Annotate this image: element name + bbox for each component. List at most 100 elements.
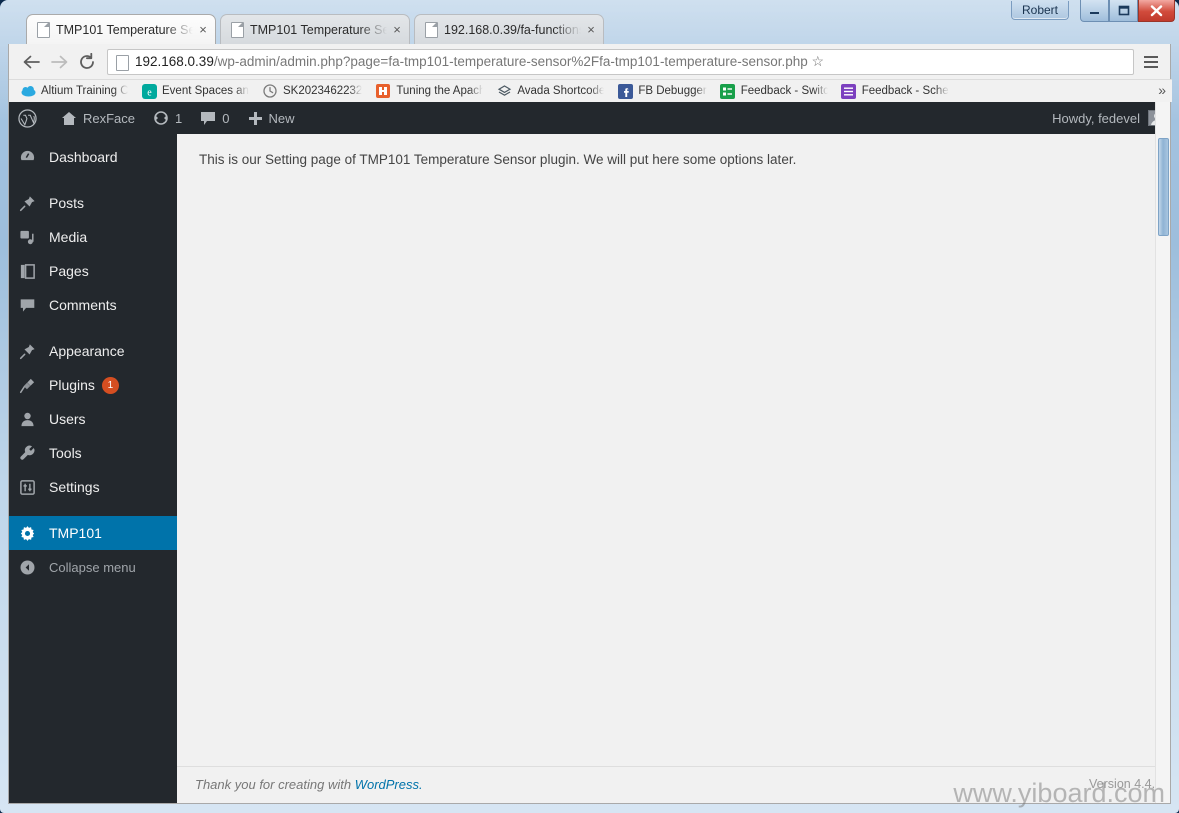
tab-close-icon[interactable]: × (389, 22, 405, 38)
address-bar[interactable]: 192.168.0.39/wp-admin/admin.php?page=fa-… (107, 48, 1134, 75)
bookmarks-overflow-button[interactable]: » (1158, 82, 1166, 98)
sidebar-item-label: Media (49, 229, 88, 245)
bookmark-item[interactable]: Feedback - Switching (715, 81, 833, 101)
howdy-label: Howdy, fedevel (1052, 110, 1140, 126)
apache-icon (375, 83, 391, 99)
back-button[interactable] (17, 48, 45, 76)
url-text: 192.168.0.39/wp-admin/admin.php?page=fa-… (135, 54, 808, 69)
bookmarks-bar: Altium Training Course e Event Spaces an… (9, 79, 1172, 102)
account-menu[interactable]: Howdy, fedevel (1052, 102, 1170, 134)
browser-chrome: 192.168.0.39/wp-admin/admin.php?page=fa-… (8, 44, 1172, 102)
sidebar-item-tools[interactable]: Tools (9, 436, 177, 470)
page-icon (37, 22, 50, 38)
eventbrite-icon: e (141, 83, 157, 99)
tab-title: TMP101 Temperature Sen (56, 22, 193, 37)
page-viewport: RexFace 1 0 New Howdy, fedevel Dashboard… (8, 102, 1171, 804)
wp-logo-button[interactable] (9, 102, 52, 134)
feedback-schematic-icon (841, 83, 857, 99)
wp-footer: Thank you for creating with WordPress. V… (177, 766, 1170, 803)
sidebar-item-tmp101[interactable]: TMP101 (9, 516, 185, 550)
bookmark-label: FB Debugger (638, 85, 707, 97)
brush-icon (19, 343, 41, 360)
comments-count: 0 (222, 110, 230, 126)
sidebar-item-appearance[interactable]: Appearance (9, 334, 177, 368)
home-icon (61, 111, 77, 126)
wrench-icon (19, 445, 41, 462)
page-scrollbar[interactable] (1155, 102, 1170, 803)
collapse-menu-button[interactable]: Collapse menu (9, 550, 177, 584)
os-window: Robert TMP101 Temperature Sen × TMP101 T… (0, 0, 1179, 813)
comments-button[interactable]: 0 (191, 102, 238, 134)
sidebar-item-users[interactable]: Users (9, 402, 177, 436)
bookmark-label: Tuning the Apache Pre (396, 85, 484, 97)
footer-thanks: Thank you for creating with WordPress. (195, 777, 423, 792)
tab-close-icon[interactable]: × (195, 22, 211, 38)
plugins-update-badge: 1 (101, 376, 119, 394)
sidebar-item-label: Plugins (49, 377, 95, 393)
browser-toolbar: 192.168.0.39/wp-admin/admin.php?page=fa-… (9, 44, 1172, 79)
bookmark-label: Event Spaces and Mee (162, 85, 249, 97)
bookmark-item[interactable]: SK2023462232 (257, 81, 367, 101)
pin-icon (19, 195, 41, 212)
sidebar-item-media[interactable]: Media (9, 220, 177, 254)
page-icon (425, 22, 438, 38)
wordpress-link[interactable]: WordPress. (355, 777, 423, 792)
page-icon (116, 54, 129, 71)
updates-icon (153, 110, 169, 126)
settings-page-note: This is our Setting page of TMP101 Tempe… (199, 152, 797, 167)
sidebar-item-label: Appearance (49, 343, 125, 359)
sidebar-item-settings[interactable]: Settings (9, 470, 177, 504)
new-content-button[interactable]: New (239, 102, 304, 134)
sidebar-item-label: Users (49, 411, 86, 427)
sidebar-item-label: Posts (49, 195, 85, 211)
sidebar-item-pages[interactable]: Pages (9, 254, 177, 288)
site-name-button[interactable]: RexFace (52, 102, 144, 134)
sidebar-item-comments[interactable]: Comments (9, 288, 177, 322)
forward-button[interactable] (45, 48, 73, 76)
bookmark-item[interactable]: FB Debugger (612, 81, 711, 101)
plug-icon (19, 377, 41, 394)
bookmark-label: Feedback - Switching (740, 85, 828, 97)
tab-close-icon[interactable]: × (583, 22, 599, 38)
wp-admin-sidebar: Dashboard Posts Media Pages Comments App… (9, 134, 185, 803)
bookmark-item[interactable]: Tuning the Apache Pre (370, 81, 488, 101)
dashboard-icon (19, 149, 41, 166)
bookmark-label: Feedback - Schematic (861, 85, 949, 97)
tab-title: 192.168.0.39/fa-functions (444, 22, 581, 37)
bookmark-label: Altium Training Course (41, 85, 128, 97)
url-path: /wp-admin/admin.php?page=fa-tmp101-tempe… (213, 54, 808, 69)
bookmark-item[interactable]: e Event Spaces and Mee (136, 81, 254, 101)
sidebar-item-plugins[interactable]: Plugins 1 (9, 368, 177, 402)
bookmark-item[interactable]: Feedback - Schematic (836, 81, 954, 101)
sidebar-item-posts[interactable]: Posts (9, 186, 177, 220)
wordpress-logo-icon (18, 108, 37, 128)
clock-icon (262, 83, 278, 99)
user-icon (19, 411, 41, 428)
updates-button[interactable]: 1 (144, 102, 191, 134)
svg-text:e: e (147, 87, 152, 98)
feedback-switching-icon (720, 83, 736, 99)
bookmark-label: SK2023462232 (283, 85, 363, 97)
bookmark-item[interactable]: Altium Training Course (15, 81, 133, 101)
tab-title: TMP101 Temperature Sen (250, 22, 387, 37)
footer-version: Version 4.4.2 (1089, 777, 1162, 791)
media-icon (19, 229, 41, 246)
browser-tab-2[interactable]: 192.168.0.39/fa-functions × (414, 14, 604, 44)
bookmark-item[interactable]: Avada Shortcode List (491, 81, 609, 101)
page-scrollbar-thumb[interactable] (1158, 138, 1169, 236)
facebook-icon (617, 83, 633, 99)
sidebar-item-label: Dashboard (49, 149, 118, 165)
browser-tabstrip: TMP101 Temperature Sen × TMP101 Temperat… (8, 14, 1171, 44)
chrome-menu-button[interactable] (1138, 49, 1164, 75)
wp-content-area: This is our Setting page of TMP101 Tempe… (177, 134, 1170, 803)
browser-tab-1[interactable]: TMP101 Temperature Sen × (220, 14, 410, 44)
sidebar-item-label: TMP101 (49, 525, 102, 541)
reload-icon (80, 52, 94, 69)
bookmark-star-icon[interactable]: ☆ (808, 53, 828, 70)
browser-tab-0[interactable]: TMP101 Temperature Sen × (26, 14, 216, 44)
forward-arrow-icon (50, 55, 67, 68)
site-name-label: RexFace (83, 110, 136, 126)
url-host: 192.168.0.39 (135, 54, 214, 69)
reload-button[interactable] (73, 48, 101, 76)
sidebar-item-dashboard[interactable]: Dashboard (9, 140, 177, 174)
